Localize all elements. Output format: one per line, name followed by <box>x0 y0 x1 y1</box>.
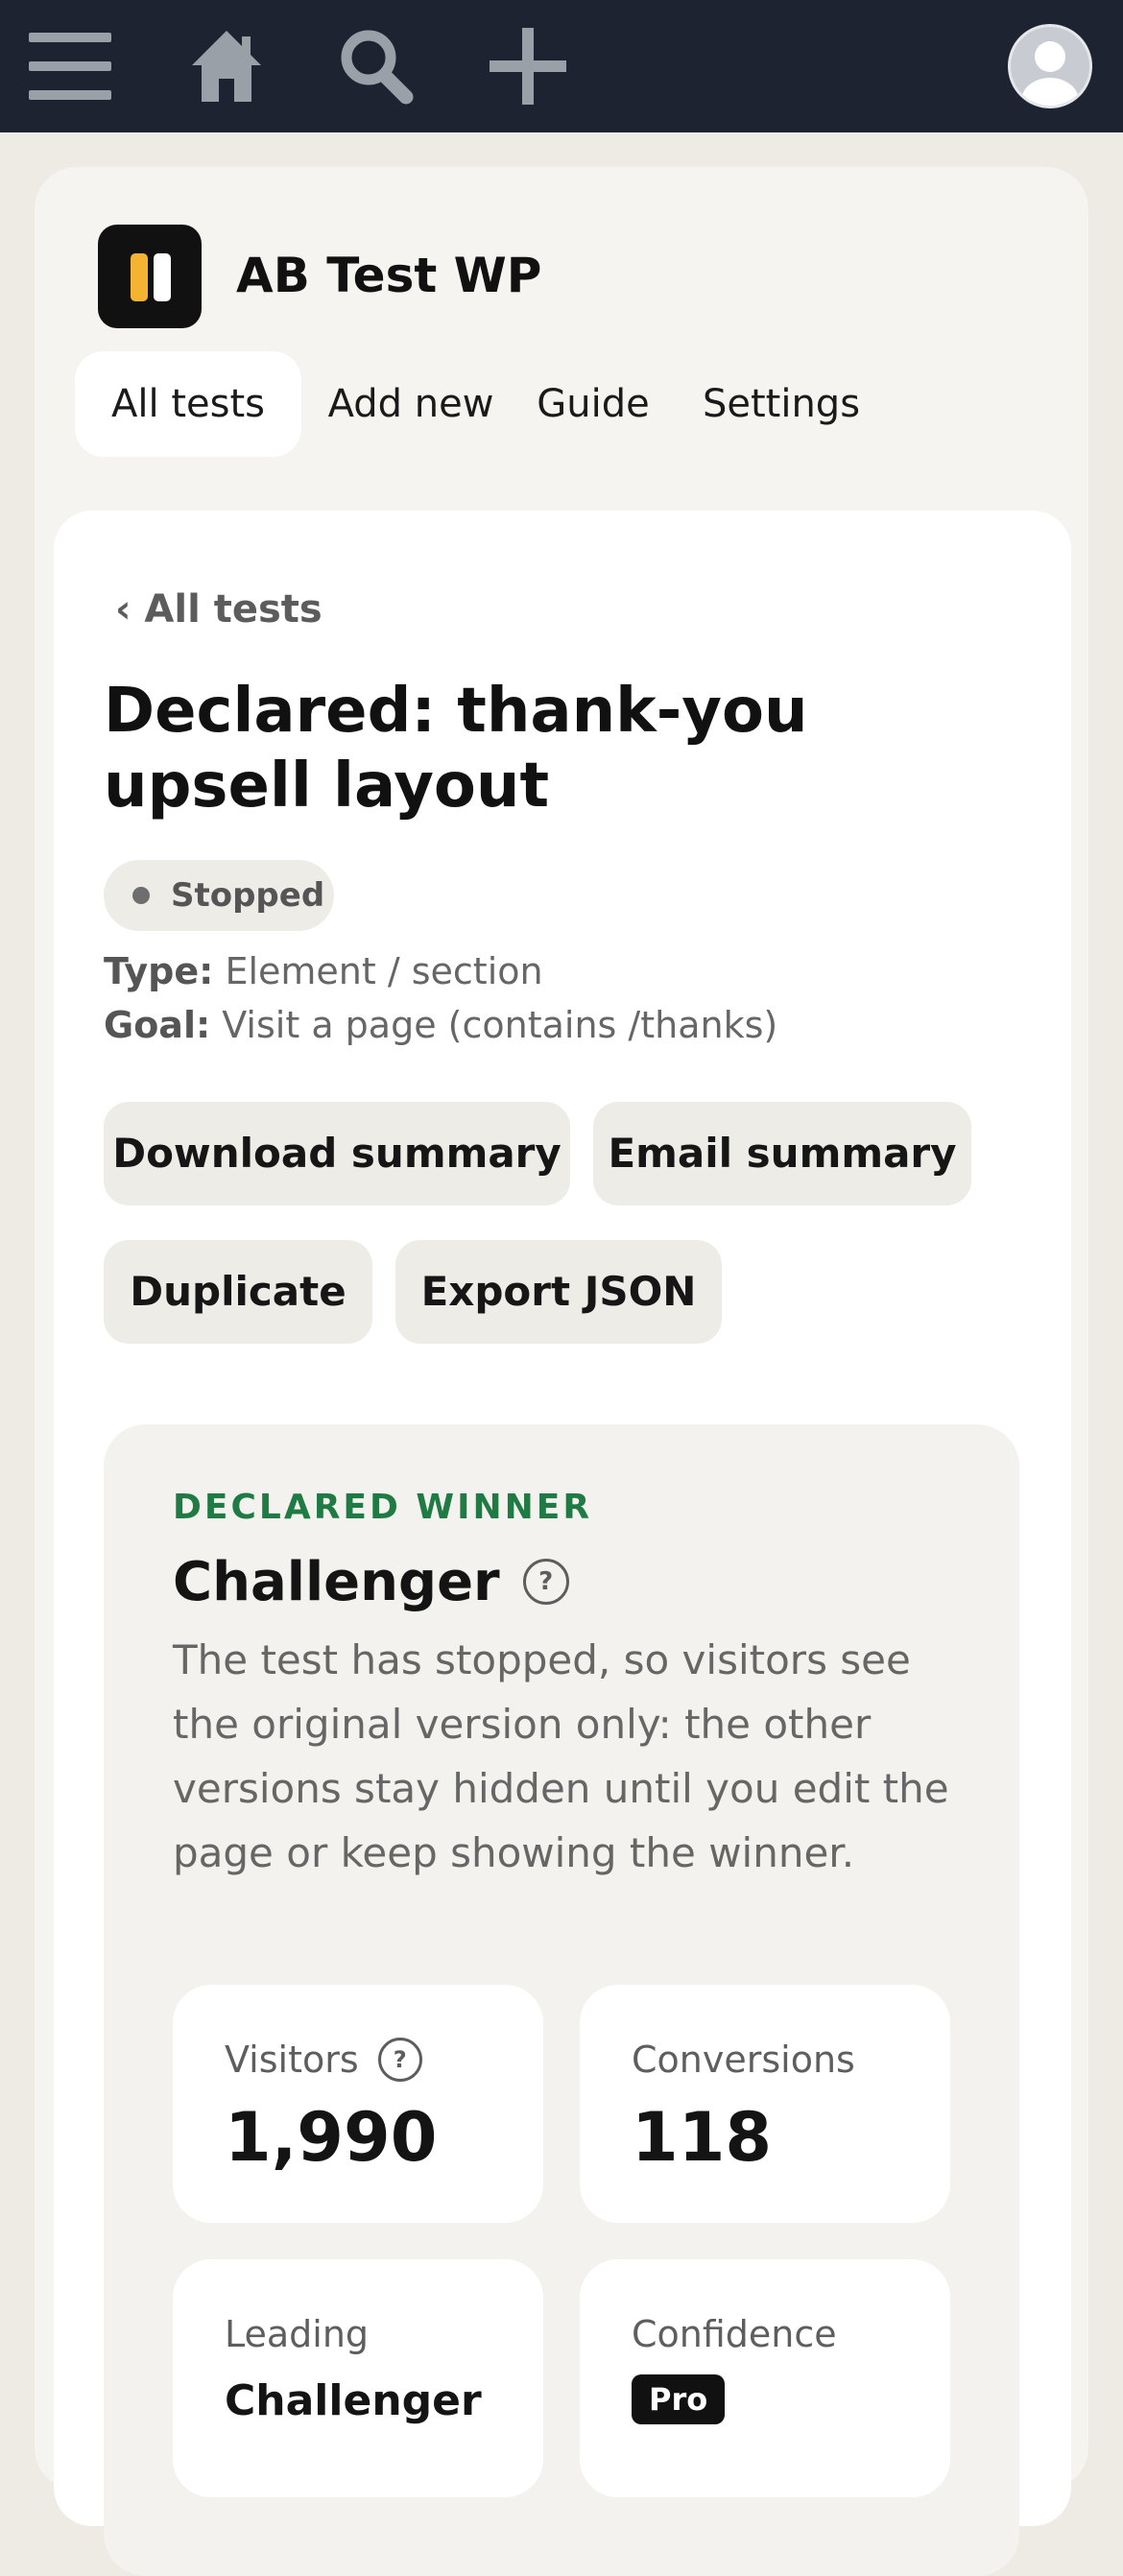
pro-badge[interactable]: Pro <box>632 2374 726 2424</box>
status-dot-icon <box>132 887 150 904</box>
avatar-icon[interactable] <box>1004 0 1096 132</box>
email-summary-button[interactable]: Email summary <box>593 1102 971 1205</box>
confidence-label: Confidence <box>632 2313 837 2355</box>
leading-value: Challenger <box>225 2376 482 2425</box>
type-label: Type: <box>104 950 214 992</box>
goal-value: Visit a page (contains /thanks) <box>222 1004 778 1046</box>
menu-icon[interactable] <box>25 0 115 132</box>
tab-settings[interactable]: Settings <box>685 351 877 457</box>
visitors-label: Visitors ? <box>225 2033 422 2087</box>
tab-all-tests[interactable]: All tests <box>75 351 301 457</box>
tab-guide[interactable]: Guide <box>516 351 670 457</box>
winner-eyebrow: DECLARED WINNER <box>173 1488 593 1527</box>
page-title: Declared: thank-you upsell layout <box>104 676 808 822</box>
winner-description: The test has stopped, so visitors see th… <box>173 1636 949 1876</box>
conversions-label: Conversions <box>632 2039 855 2081</box>
visitors-help-icon[interactable]: ? <box>377 2038 422 2082</box>
plugin-panel: AB Test WP All tests Add new Guide Setti… <box>35 167 1088 2576</box>
declared-winner-section: DECLARED WINNER Challenger ? The test ha… <box>104 1424 1019 2576</box>
help-icon[interactable]: ? <box>522 1559 569 1605</box>
plugin-name: AB Test WP <box>236 248 542 303</box>
winner-name: Challenger ? <box>173 1543 569 1620</box>
test-goal-line: Goal: Visit a page (contains /thanks) <box>104 1004 777 1046</box>
plugin-logo-icon <box>98 225 202 328</box>
tab-add-new[interactable]: Add new <box>315 351 507 457</box>
download-summary-button[interactable]: Download summary <box>104 1102 570 1205</box>
status-badge: Stopped <box>104 860 334 931</box>
search-icon[interactable] <box>332 0 420 132</box>
type-value: Element / section <box>225 950 543 992</box>
duplicate-button[interactable]: Duplicate <box>104 1240 372 1344</box>
conversions-value: 118 <box>632 2098 773 2177</box>
export-json-button[interactable]: Export JSON <box>395 1240 722 1344</box>
visitors-value: 1,990 <box>225 2098 438 2177</box>
admin-top-bar <box>0 0 1123 132</box>
test-type-line: Type: Element / section <box>104 950 543 992</box>
leading-stat-card: Leading Challenger <box>173 2259 543 2497</box>
test-detail-card: ‹ All tests Declared: thank-you upsell l… <box>54 511 1071 2576</box>
conversions-stat-card: Conversions 118 <box>580 1985 950 2223</box>
home-icon[interactable] <box>182 0 271 132</box>
leading-label: Leading <box>225 2313 370 2355</box>
back-to-all-tests-link[interactable]: ‹ All tests <box>115 587 323 632</box>
status-text: Stopped <box>171 876 325 915</box>
visitors-stat-card: Visitors ? 1,990 <box>173 1985 543 2223</box>
plugin-tabs: All tests Add new Guide Settings <box>75 351 1054 457</box>
confidence-stat-card: Confidence Pro <box>580 2259 950 2497</box>
plus-icon[interactable] <box>484 0 572 132</box>
goal-label: Goal: <box>104 1004 211 1046</box>
winner-name-text: Challenger <box>173 1550 500 1613</box>
